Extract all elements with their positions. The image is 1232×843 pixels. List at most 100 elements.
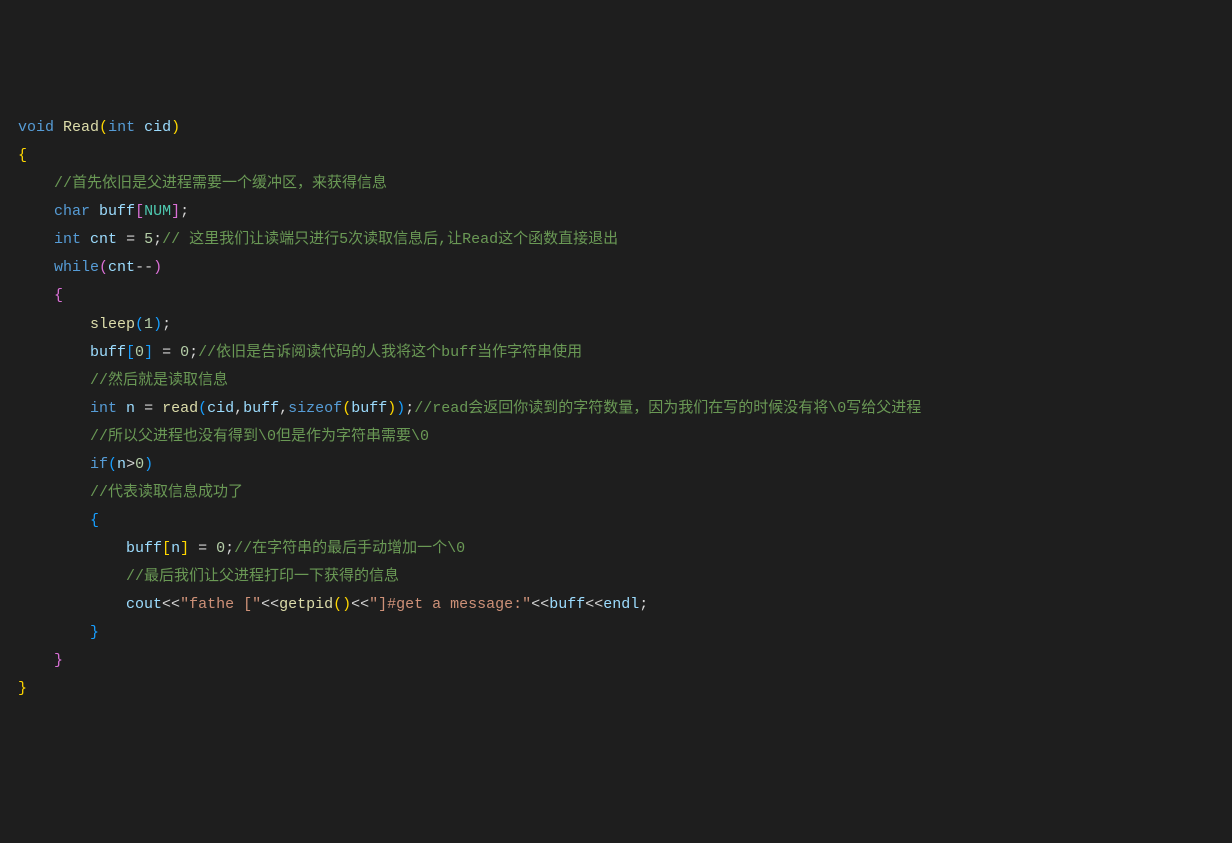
operator-shift: << (585, 596, 603, 613)
paren-open: ( (135, 316, 144, 333)
paren-close: ) (153, 316, 162, 333)
operator-shift: << (351, 596, 369, 613)
function-getpid: getpid (279, 596, 333, 613)
code-line: while(cnt--) (18, 254, 1232, 282)
comment: //依旧是告诉阅读代码的人我将这个buff当作字符串使用 (198, 344, 582, 361)
function-read: read (162, 400, 198, 417)
number-literal: 0 (216, 540, 225, 557)
code-line: int n = read(cid,buff,sizeof(buff));//re… (18, 395, 1232, 423)
code-line: void Read(int cid) (18, 114, 1232, 142)
semicolon: ; (639, 596, 648, 613)
paren-open: ( (108, 456, 117, 473)
brace-close: } (54, 652, 63, 669)
bracket-close: ] (171, 203, 180, 220)
variable-cid: cid (144, 119, 171, 136)
variable-n: n (171, 540, 180, 557)
variable-buff: buff (126, 540, 162, 557)
variable-buff: buff (351, 400, 387, 417)
code-line: buff[0] = 0;//依旧是告诉阅读代码的人我将这个buff当作字符串使用 (18, 339, 1232, 367)
function-name: Read (63, 119, 99, 136)
code-line: { (18, 142, 1232, 170)
comment: //然后就是读取信息 (90, 372, 228, 389)
paren-open: ( (99, 119, 108, 136)
semicolon: ; (180, 203, 189, 220)
bracket-open: [ (126, 344, 135, 361)
semicolon: ; (162, 316, 171, 333)
paren-open: ( (333, 596, 342, 613)
semicolon: ; (189, 344, 198, 361)
code-line: //首先依旧是父进程需要一个缓冲区，来获得信息 (18, 170, 1232, 198)
semicolon: ; (153, 231, 162, 248)
bracket-open: [ (162, 540, 171, 557)
string-literal: "]#get a message:" (369, 596, 531, 613)
comment: //最后我们让父进程打印一下获得的信息 (126, 568, 399, 585)
comment: //首先依旧是父进程需要一个缓冲区，来获得信息 (54, 175, 387, 192)
number-literal: 5 (144, 231, 153, 248)
paren-close: ) (171, 119, 180, 136)
operator-gt: > (126, 456, 135, 473)
keyword-if: if (90, 456, 108, 473)
keyword-while: while (54, 259, 99, 276)
brace-open: { (18, 147, 27, 164)
code-line: { (18, 282, 1232, 310)
variable-endl: endl (603, 596, 639, 613)
code-line: //所以父进程也没有得到\0但是作为字符串需要\0 (18, 423, 1232, 451)
keyword-int: int (90, 400, 117, 417)
bracket-close: ] (180, 540, 189, 557)
operator-equals: = (135, 400, 162, 417)
code-line: //然后就是读取信息 (18, 367, 1232, 395)
number-literal: 0 (135, 456, 144, 473)
variable-buff: buff (549, 596, 585, 613)
operator-decrement: -- (135, 259, 153, 276)
macro-num: NUM (144, 203, 171, 220)
variable-cid: cid (207, 400, 234, 417)
paren-open: ( (99, 259, 108, 276)
function-sleep: sleep (90, 316, 135, 333)
number-literal: 0 (180, 344, 189, 361)
brace-close: } (90, 624, 99, 641)
operator-equals: = (117, 231, 144, 248)
paren-open: ( (198, 400, 207, 417)
code-line: if(n>0) (18, 451, 1232, 479)
paren-close: ) (144, 456, 153, 473)
code-line: } (18, 619, 1232, 647)
string-literal: "fathe [" (180, 596, 261, 613)
code-line: int cnt = 5;// 这里我们让读端只进行5次读取信息后,让Read这个… (18, 226, 1232, 254)
comment: //在字符串的最后手动增加一个\0 (234, 540, 465, 557)
code-line: cout<<"fathe ["<<getpid()<<"]#get a mess… (18, 591, 1232, 619)
bracket-close: ] (144, 344, 153, 361)
keyword-int: int (108, 119, 135, 136)
semicolon: ; (405, 400, 414, 417)
keyword-void: void (18, 119, 54, 136)
paren-close: ) (396, 400, 405, 417)
paren-close: ) (342, 596, 351, 613)
variable-cnt: cnt (108, 259, 135, 276)
variable-cout: cout (126, 596, 162, 613)
variable-buff: buff (243, 400, 279, 417)
brace-open: { (90, 512, 99, 529)
paren-close: ) (153, 259, 162, 276)
variable-buff: buff (90, 344, 126, 361)
paren-open: ( (342, 400, 351, 417)
code-line: char buff[NUM]; (18, 198, 1232, 226)
comment: //所以父进程也没有得到\0但是作为字符串需要\0 (90, 428, 429, 445)
code-line: } (18, 675, 1232, 703)
operator-equals: = (153, 344, 180, 361)
code-line: sleep(1); (18, 311, 1232, 339)
code-line: } (18, 647, 1232, 675)
variable-cnt: cnt (90, 231, 117, 248)
variable-n: n (117, 456, 126, 473)
variable-buff: buff (99, 203, 135, 220)
code-line: //最后我们让父进程打印一下获得的信息 (18, 563, 1232, 591)
code-line: { (18, 507, 1232, 535)
variable-n: n (126, 400, 135, 417)
comment: //read会返回你读到的字符数量，因为我们在写的时候没有将\0写给父进程 (414, 400, 921, 417)
keyword-sizeof: sizeof (288, 400, 342, 417)
operator-shift: << (162, 596, 180, 613)
code-line: buff[n] = 0;//在字符串的最后手动增加一个\0 (18, 535, 1232, 563)
operator-shift: << (261, 596, 279, 613)
comment: //代表读取信息成功了 (90, 484, 243, 501)
code-editor[interactable]: void Read(int cid){ //首先依旧是父进程需要一个缓冲区，来获… (18, 114, 1232, 703)
operator-equals: = (189, 540, 216, 557)
brace-close: } (18, 680, 27, 697)
